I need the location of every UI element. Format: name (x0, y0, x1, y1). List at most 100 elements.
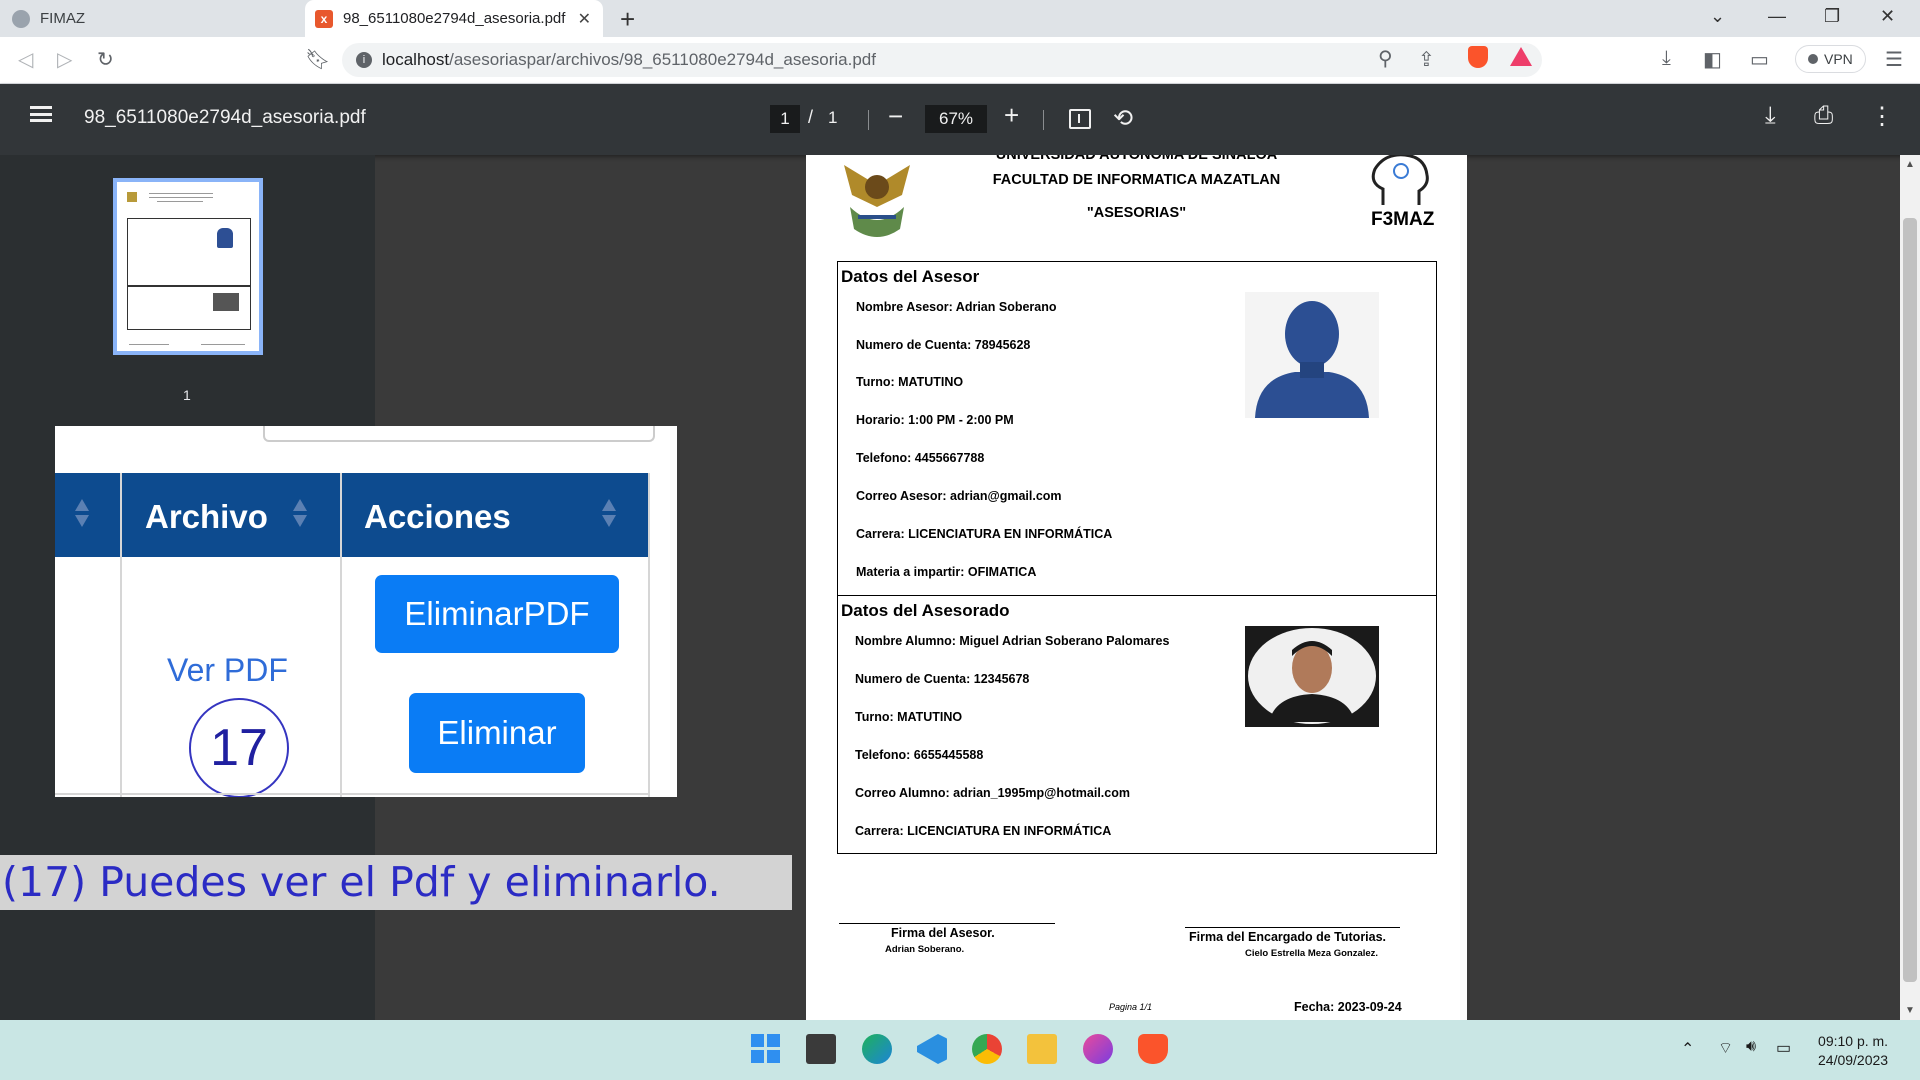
toolbar-divider (1043, 110, 1044, 130)
pdf-menu-icon[interactable] (30, 106, 52, 122)
browser-tab-strip: FIMAZ x 98_6511080e2794d_asesoria.pdf ✕ … (0, 0, 1920, 37)
restore-icon[interactable]: ❐ (1824, 6, 1840, 27)
tutorial-caption: (17) Puedes ver el Pdf y eliminarlo. (0, 855, 792, 910)
search-field-edge (263, 426, 655, 442)
volume-icon[interactable]: 🔊︎ (1746, 1038, 1756, 1056)
asesor-field: Turno: MATUTINO (856, 375, 964, 389)
app-icon[interactable] (1083, 1034, 1113, 1064)
ver-pdf-link[interactable]: Ver PDF (167, 652, 288, 689)
system-clock[interactable]: 09:10 p. m. 24/09/2023 (1818, 1032, 1888, 1070)
tab-fimaz[interactable]: FIMAZ (12, 0, 302, 37)
more-actions-icon[interactable]: ⋮ (1870, 102, 1894, 131)
page-separator: / (808, 107, 814, 127)
tab-label: 98_6511080e2794d_asesoria.pdf (343, 10, 566, 27)
clock-time: 09:10 p. m. (1818, 1033, 1889, 1049)
address-bar[interactable]: i localhost/asesoriaspar/archivos/98_651… (342, 43, 1542, 77)
scroll-down-icon[interactable]: ▼ (1905, 1005, 1915, 1016)
tray-overflow-icon[interactable]: ⌃ (1681, 1039, 1694, 1059)
fimaz-logo-text: F3MAZ (1371, 209, 1435, 230)
thumb-line (157, 201, 203, 202)
print-icon[interactable]: ⎙ (1814, 102, 1833, 130)
brave-rewards-icon[interactable] (1510, 47, 1532, 66)
url-text: localhost/asesoriaspar/archivos/98_65110… (382, 50, 876, 69)
pdf-filename: 98_6511080e2794d_asesoria.pdf (84, 107, 366, 128)
forward-icon[interactable]: ▷ (57, 47, 72, 72)
asesor-field: Nombre Asesor: Adrian Soberano (856, 300, 1057, 314)
zoom-in-icon[interactable]: + (1004, 100, 1019, 131)
tab-pdf[interactable]: x 98_6511080e2794d_asesoria.pdf ✕ (305, 0, 603, 37)
sort-icon[interactable] (293, 499, 307, 529)
column-divider (340, 473, 342, 797)
brave-shields-icon[interactable] (1468, 46, 1488, 68)
scroll-up-icon[interactable]: ▲ (1905, 159, 1915, 170)
reload-icon[interactable]: ↻ (97, 47, 114, 72)
asesor-field: Telefono: 4455667788 (856, 451, 985, 465)
edge-icon[interactable] (862, 1034, 892, 1064)
wifi-icon[interactable]: ⌔ (1718, 1038, 1733, 1058)
sidebar-toggle-icon[interactable]: ◧ (1703, 47, 1722, 72)
new-tab-icon[interactable]: + (620, 4, 635, 35)
file-explorer-icon[interactable] (1027, 1034, 1057, 1064)
vpn-button[interactable]: VPN (1795, 45, 1866, 73)
thumb-avatar (217, 228, 233, 248)
asesor-field: Correo Asesor: adrian@gmail.com (856, 489, 1062, 503)
tab-label: FIMAZ (40, 10, 85, 27)
zoom-out-icon[interactable]: − (888, 101, 903, 132)
chrome-icon[interactable] (972, 1034, 1002, 1064)
scrollbar-thumb[interactable] (1903, 218, 1917, 982)
sort-icon[interactable] (602, 499, 616, 529)
eliminar-button[interactable]: Eliminar (409, 693, 585, 773)
close-window-icon[interactable]: ✕ (1880, 6, 1895, 27)
asesorado-field: Correo Alumno: adrian_1995mp@hotmail.com (855, 786, 1130, 800)
thumbnail-page-number: 1 (183, 387, 191, 403)
zoom-icon[interactable]: ⚲ (1378, 46, 1393, 71)
task-view-icon[interactable] (806, 1034, 836, 1064)
bookmark-icon[interactable]: 🔖︎ (305, 47, 330, 72)
thumb-line (201, 344, 245, 345)
rotate-icon[interactable]: ⟲ (1113, 104, 1133, 133)
thumb-line (129, 344, 169, 345)
student-photo-icon (1248, 628, 1376, 724)
signature-line (1185, 927, 1400, 928)
close-tab-icon[interactable]: ✕ (578, 9, 591, 29)
asesor-field: Materia a impartir: OFIMATICA (856, 565, 1037, 579)
sign-tutor-name: Cielo Estrella Meza Gonzalez. (1245, 948, 1379, 959)
head-logo-icon (1371, 155, 1429, 205)
share-icon[interactable]: ⇪ (1418, 47, 1435, 72)
vscode-icon[interactable] (917, 1034, 947, 1064)
asesorado-section-title: Datos del Asesorado (841, 601, 1010, 620)
downloads-icon[interactable]: ⤓ (1662, 47, 1671, 70)
zoom-input[interactable]: 67% (925, 105, 987, 133)
wallet-icon[interactable]: ▭ (1750, 47, 1769, 72)
page-number-input[interactable]: 1 (770, 105, 800, 133)
clock-date: 24/09/2023 (1818, 1052, 1889, 1068)
site-info-icon[interactable]: i (356, 52, 372, 68)
battery-icon[interactable]: ▭ (1776, 1038, 1791, 1058)
fimaz-logo: F3MAZ (1361, 155, 1443, 237)
column-header-archivo[interactable]: Archivo (145, 498, 268, 536)
windows-taskbar: ⌃ ⌔ 🔊︎ ▭ 09:10 p. m. 24/09/2023 (0, 1020, 1920, 1080)
download-icon[interactable]: ⤓ (1765, 102, 1776, 130)
fit-page-icon[interactable] (1069, 109, 1091, 129)
vpn-status-icon (1808, 54, 1818, 64)
table-snippet-image: Archivo Acciones EliminarPDF Ver PDF 17 … (55, 426, 677, 797)
thumb-line (149, 197, 213, 198)
minimize-icon[interactable]: — (1768, 6, 1786, 27)
thumb-crest (127, 192, 137, 202)
thumb-photo (213, 293, 239, 311)
thumb-line (149, 193, 213, 194)
toolbar-divider (868, 110, 869, 130)
tab-search-icon[interactable]: ⌄ (1710, 6, 1725, 27)
brave-taskbar-icon[interactable] (1138, 1034, 1168, 1064)
menu-icon[interactable]: ☰ (1885, 47, 1903, 72)
asesorado-field: Carrera: LICENCIATURA EN INFORMÁTICA (855, 824, 1112, 838)
sign-asesor-name: Adrian Soberano. (885, 944, 965, 955)
column-header-acciones[interactable]: Acciones (364, 498, 511, 536)
sort-icon[interactable] (75, 499, 89, 529)
start-icon[interactable] (751, 1034, 781, 1064)
eliminar-pdf-button[interactable]: EliminarPDF (375, 575, 619, 653)
column-divider (648, 473, 650, 797)
back-icon[interactable]: ◁ (18, 47, 33, 72)
page-thumbnail[interactable] (113, 178, 263, 355)
page-footer-number: Pagina 1/1 (1109, 1002, 1153, 1012)
